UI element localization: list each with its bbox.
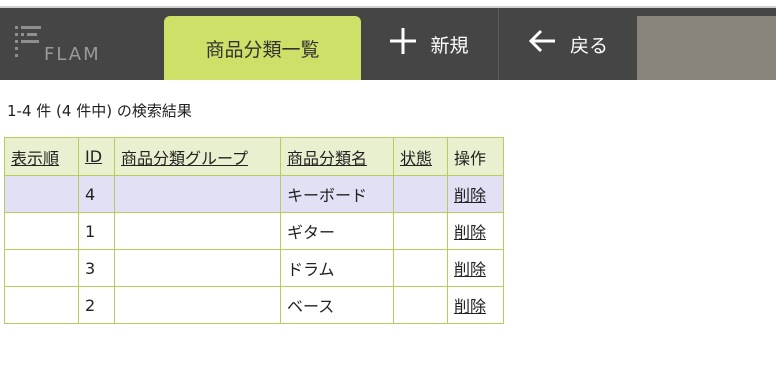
cell-action: 削除 [447,175,504,213]
table-row[interactable]: 4 キーボード 削除 [4,175,504,213]
cell-group [114,249,281,287]
cell-order [4,286,79,324]
sort-group-link[interactable]: 商品分類グループ [121,149,248,168]
logo-text: FLAM [44,44,101,65]
new-label: 新規 [430,34,469,57]
cell-group [114,175,281,213]
sort-order-link[interactable]: 表示順 [11,149,59,168]
column-header-id[interactable]: ID [78,137,115,176]
table-row[interactable]: 3 ドラム 削除 [4,249,504,287]
delete-link[interactable]: 削除 [454,297,486,316]
sort-id-link[interactable]: ID [85,147,102,166]
tab-product-category-list[interactable]: 商品分類一覧 [164,16,361,80]
flam-logo-icon [15,26,41,57]
header-filler [637,16,776,80]
cell-name: ドラム [280,249,394,287]
table-row[interactable]: 2 ベース 削除 [4,286,504,324]
result-summary: 1-4 件 (4 件中) の検索結果 [7,102,192,120]
cell-order [4,212,79,250]
cell-state [393,286,448,324]
column-header-state[interactable]: 状態 [393,137,448,176]
cell-state [393,212,448,250]
product-category-table: 表示順 ID 商品分類グループ 商品分類名 状態 操作 4 キーボード 削除 1… [4,137,504,324]
column-header-order[interactable]: 表示順 [4,137,79,176]
cell-id: 4 [78,175,115,213]
cell-action: 削除 [447,212,504,250]
tab-label: 商品分類一覧 [205,38,320,61]
sort-name-link[interactable]: 商品分類名 [287,149,367,168]
delete-link[interactable]: 削除 [454,223,486,242]
table-row[interactable]: 1 ギター 削除 [4,212,504,250]
cell-state [393,175,448,213]
cell-name: キーボード [280,175,394,213]
cell-order [4,175,79,213]
cell-group [114,286,281,324]
cell-id: 3 [78,249,115,287]
back-label: 戻る [569,34,608,57]
column-header-operation: 操作 [447,137,504,176]
app-logo[interactable]: FLAM [0,8,164,80]
cell-state [393,249,448,287]
plus-icon [390,28,417,60]
new-button[interactable]: 新規 [361,8,499,80]
column-header-name[interactable]: 商品分類名 [280,137,394,176]
delete-link[interactable]: 削除 [454,186,486,205]
table-header-row: 表示順 ID 商品分類グループ 商品分類名 状態 操作 [4,137,504,176]
delete-link[interactable]: 削除 [454,260,486,279]
cell-group [114,212,281,250]
cell-action: 削除 [447,286,504,324]
cell-action: 削除 [447,249,504,287]
cell-id: 1 [78,212,115,250]
column-header-group[interactable]: 商品分類グループ [114,137,281,176]
arrow-left-icon [528,29,556,59]
cell-order [4,249,79,287]
cell-id: 2 [78,286,115,324]
cell-name: ベース [280,286,394,324]
back-button[interactable]: 戻る [499,8,637,80]
app-header: FLAM 商品分類一覧 新規 戻る [0,8,776,80]
sort-state-link[interactable]: 状態 [400,149,432,168]
cell-name: ギター [280,212,394,250]
